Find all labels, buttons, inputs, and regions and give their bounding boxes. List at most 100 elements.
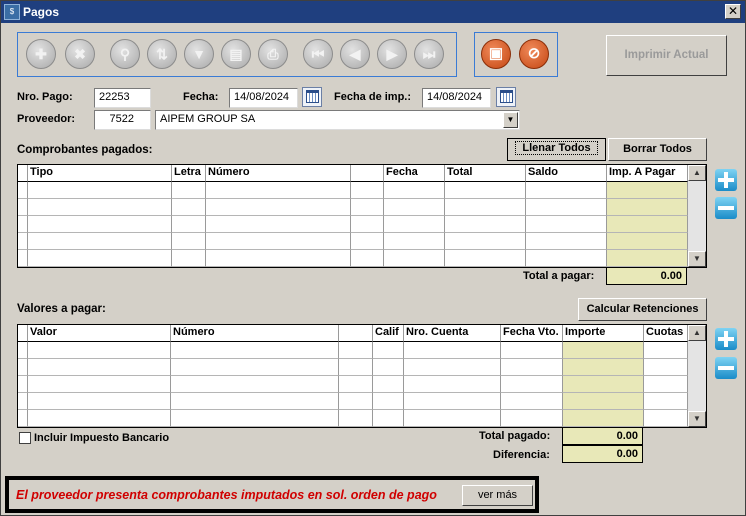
grid-cell[interactable] bbox=[206, 216, 351, 233]
clear-all-button[interactable]: Borrar Todos bbox=[608, 138, 707, 161]
next-record-icon[interactable]: ▶ bbox=[377, 39, 407, 69]
grid-cell[interactable] bbox=[351, 233, 384, 250]
add-comprobante-icon[interactable] bbox=[715, 169, 737, 191]
grid-cell[interactable] bbox=[563, 342, 644, 359]
grid-cell[interactable] bbox=[526, 250, 607, 267]
grid-cell[interactable] bbox=[351, 199, 384, 216]
grid-cell[interactable] bbox=[171, 359, 339, 376]
last-record-icon[interactable]: ⏭ bbox=[414, 39, 444, 69]
row-selector[interactable] bbox=[18, 182, 28, 199]
grid-cell[interactable] bbox=[445, 199, 526, 216]
fecha-input[interactable]: 14/08/2024 bbox=[229, 88, 298, 108]
grid-cell[interactable] bbox=[172, 182, 206, 199]
grid-cell[interactable] bbox=[384, 216, 445, 233]
grid-cell[interactable] bbox=[404, 342, 501, 359]
grid-cell[interactable] bbox=[171, 342, 339, 359]
grid-cell[interactable] bbox=[607, 216, 688, 233]
grid-cell[interactable] bbox=[644, 342, 688, 359]
grid-cell[interactable] bbox=[563, 359, 644, 376]
grid-cell[interactable] bbox=[607, 233, 688, 250]
proveedor-name-select[interactable]: AIPEM GROUP SA ▼ bbox=[155, 110, 520, 130]
row-selector[interactable] bbox=[18, 199, 28, 216]
grid-cell[interactable] bbox=[351, 216, 384, 233]
grid-cell[interactable] bbox=[526, 233, 607, 250]
col-letra[interactable]: Letra bbox=[172, 165, 206, 182]
col-fecha-vto[interactable]: Fecha Vto. bbox=[501, 325, 563, 342]
row-selector[interactable] bbox=[18, 410, 28, 427]
col-tipo[interactable]: Tipo bbox=[28, 165, 172, 182]
grid-cell[interactable] bbox=[351, 250, 384, 267]
grid-cell[interactable] bbox=[28, 410, 171, 427]
grid-cell[interactable] bbox=[206, 233, 351, 250]
grid-cell[interactable] bbox=[339, 342, 373, 359]
grid-cell[interactable] bbox=[339, 376, 373, 393]
grid-cell[interactable] bbox=[501, 342, 563, 359]
nro-pago-input[interactable]: 22253 bbox=[94, 88, 151, 108]
grid-cell[interactable] bbox=[206, 182, 351, 199]
grid-cell[interactable] bbox=[445, 250, 526, 267]
row-selector[interactable] bbox=[18, 393, 28, 410]
grid-cell[interactable] bbox=[339, 393, 373, 410]
col-blank[interactable] bbox=[351, 165, 384, 182]
grid-cell[interactable] bbox=[384, 199, 445, 216]
grid-cell[interactable] bbox=[501, 410, 563, 427]
grid-cell[interactable] bbox=[28, 216, 172, 233]
grid-cell[interactable] bbox=[206, 199, 351, 216]
fecha-imp-calendar-icon[interactable] bbox=[496, 87, 516, 107]
grid-cell[interactable] bbox=[172, 233, 206, 250]
grid-cell[interactable] bbox=[445, 216, 526, 233]
row-selector[interactable] bbox=[18, 216, 28, 233]
chevron-down-icon[interactable]: ▼ bbox=[503, 112, 518, 128]
grid-cell[interactable] bbox=[171, 410, 339, 427]
document-icon[interactable]: ▤ bbox=[221, 39, 251, 69]
cancel-icon[interactable]: ⊘ bbox=[519, 39, 549, 69]
grid-cell[interactable] bbox=[28, 376, 171, 393]
col-total[interactable]: Total bbox=[445, 165, 526, 182]
grid-cell[interactable] bbox=[172, 216, 206, 233]
close-button[interactable]: ✕ bbox=[725, 4, 741, 19]
grid-cell[interactable] bbox=[607, 182, 688, 199]
grid-cell[interactable] bbox=[28, 342, 171, 359]
grid-cell[interactable] bbox=[445, 233, 526, 250]
grid-cell[interactable] bbox=[172, 199, 206, 216]
grid-cell[interactable] bbox=[28, 250, 172, 267]
col-blank[interactable] bbox=[339, 325, 373, 342]
delete-icon[interactable]: ✖ bbox=[65, 39, 95, 69]
grid-cell[interactable] bbox=[501, 376, 563, 393]
grid-cell[interactable] bbox=[644, 359, 688, 376]
calcular-retenciones-button[interactable]: Calcular Retenciones bbox=[578, 298, 707, 321]
grid-cell[interactable] bbox=[28, 359, 171, 376]
row-selector[interactable] bbox=[18, 376, 28, 393]
scroll-up-icon[interactable]: ▲ bbox=[688, 165, 706, 181]
save-icon[interactable]: ▣ bbox=[481, 39, 511, 69]
col-nro-cuenta[interactable]: Nro. Cuenta bbox=[404, 325, 501, 342]
grid-cell[interactable] bbox=[404, 410, 501, 427]
fecha-imp-input[interactable]: 14/08/2024 bbox=[422, 88, 491, 108]
add-valor-icon[interactable] bbox=[715, 328, 737, 350]
col-numero[interactable]: Número bbox=[171, 325, 339, 342]
grid-cell[interactable] bbox=[171, 393, 339, 410]
row-selector[interactable] bbox=[18, 359, 28, 376]
grid-cell[interactable] bbox=[384, 182, 445, 199]
grid-cell[interactable] bbox=[644, 376, 688, 393]
scroll-up-icon[interactable]: ▲ bbox=[688, 325, 706, 341]
grid-cell[interactable] bbox=[501, 393, 563, 410]
scroll-down-icon[interactable]: ▼ bbox=[688, 251, 706, 267]
col-cuotas[interactable]: Cuotas bbox=[644, 325, 688, 342]
grid-cell[interactable] bbox=[526, 182, 607, 199]
remove-valor-icon[interactable] bbox=[715, 357, 737, 379]
ver-mas-button[interactable]: ver más bbox=[462, 485, 533, 506]
valores-scrollbar[interactable]: ▲ ▼ bbox=[688, 325, 706, 427]
sort-az-icon[interactable]: ⇅ bbox=[147, 39, 177, 69]
grid-cell[interactable] bbox=[351, 182, 384, 199]
search-icon[interactable]: ⚲ bbox=[110, 39, 140, 69]
row-selector[interactable] bbox=[18, 342, 28, 359]
grid-cell[interactable] bbox=[339, 359, 373, 376]
grid-cell[interactable] bbox=[384, 233, 445, 250]
grid-cell[interactable] bbox=[445, 182, 526, 199]
grid-cell[interactable] bbox=[404, 359, 501, 376]
grid-cell[interactable] bbox=[526, 216, 607, 233]
grid-cell[interactable] bbox=[526, 199, 607, 216]
fill-all-button[interactable]: Llenar Todos bbox=[507, 138, 606, 161]
grid-cell[interactable] bbox=[28, 233, 172, 250]
